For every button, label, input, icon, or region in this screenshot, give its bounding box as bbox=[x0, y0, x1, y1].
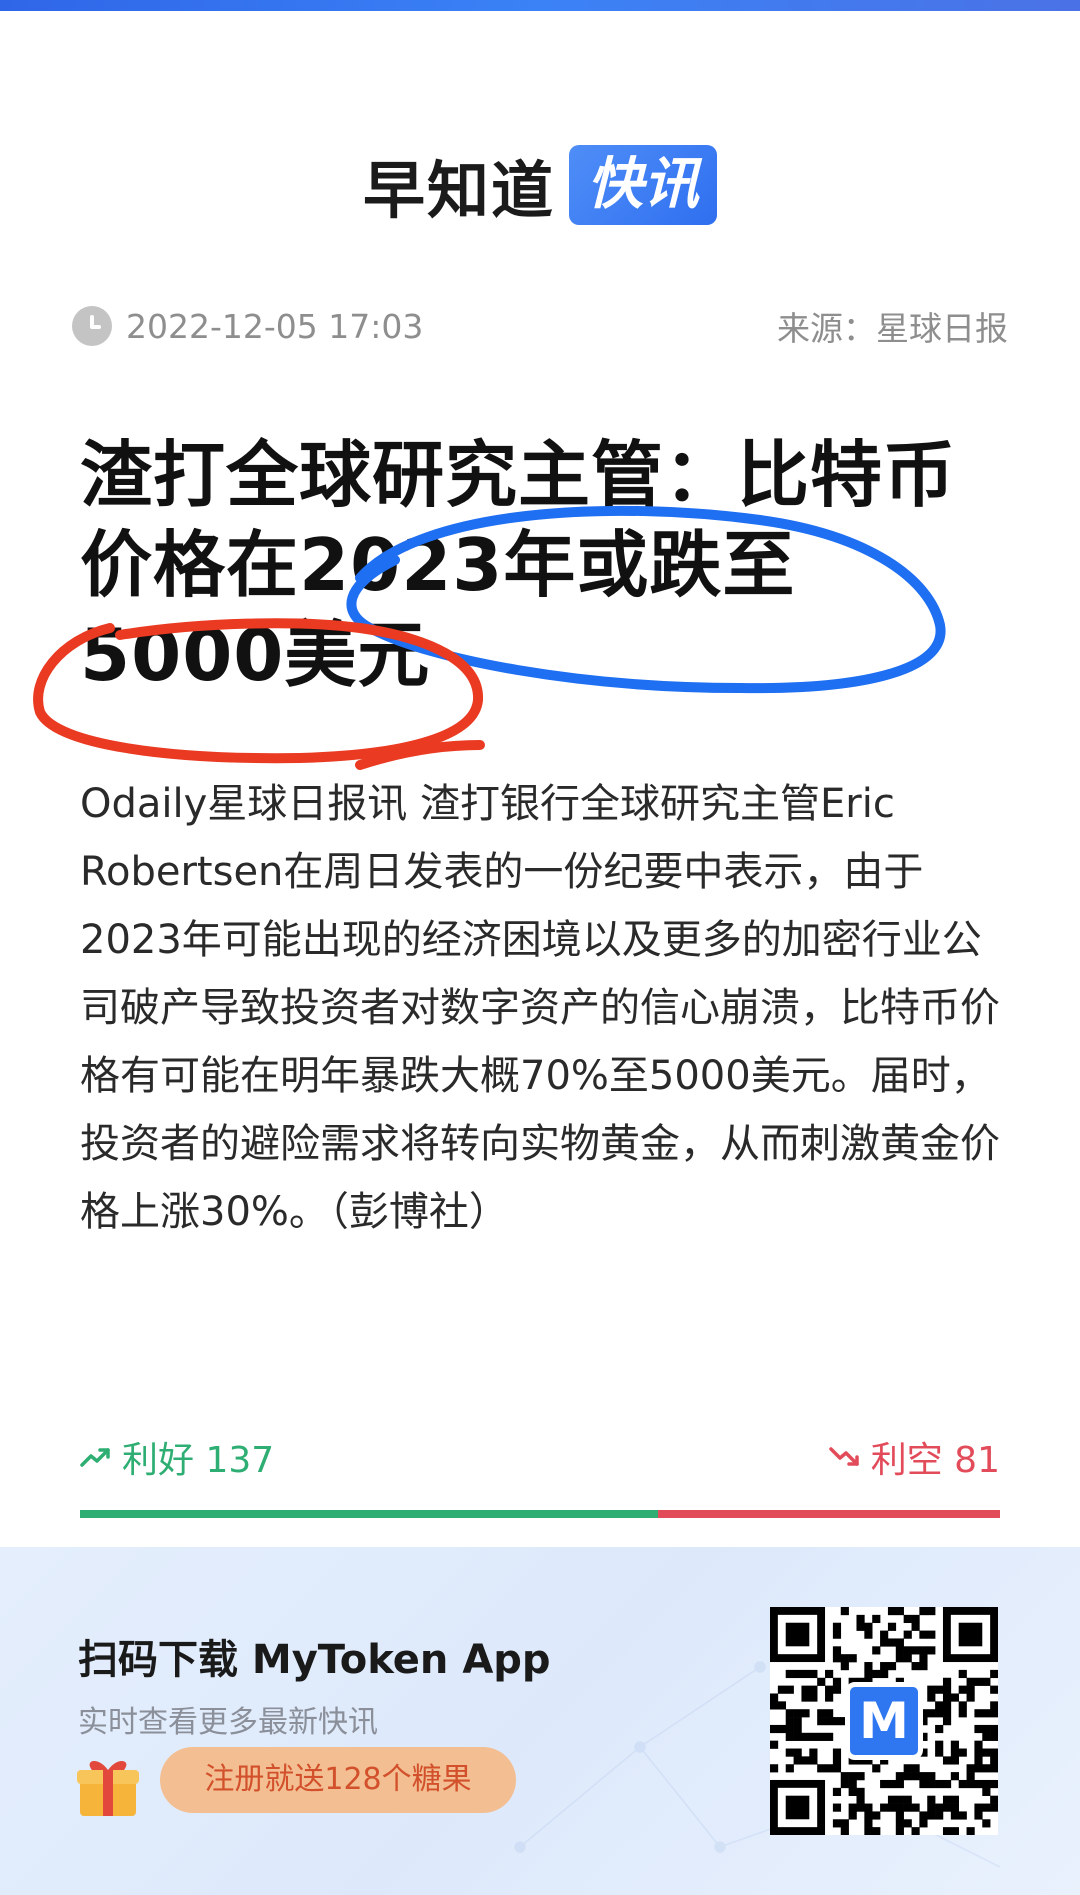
brand-name: 早知道 bbox=[362, 154, 555, 227]
register-reward-button[interactable]: 注册就送128个糖果 bbox=[160, 1747, 516, 1813]
trend-down-icon bbox=[828, 1447, 859, 1466]
brand-header: 早知道 快讯 bbox=[0, 140, 1080, 230]
mytoken-logo-icon: M bbox=[845, 1682, 923, 1760]
gift-icon bbox=[77, 1760, 139, 1816]
bullish-vote[interactable]: 利好 137 bbox=[80, 1431, 274, 1483]
article-body: Odaily星球日报讯 渣打银行全球研究主管Eric Robertsen在周日发… bbox=[80, 781, 1000, 1235]
top-accent-bar bbox=[0, 0, 1080, 11]
article-headline: 渣打全球研究主管：比特币价格在2023年或跌至5000美元 bbox=[80, 433, 957, 697]
bearish-vote[interactable]: 利空 81 bbox=[828, 1431, 1000, 1483]
bullish-label: 利好 137 bbox=[122, 1440, 275, 1481]
brand-badge: 快讯 bbox=[569, 145, 717, 225]
bullish-ratio-fill bbox=[80, 1510, 659, 1518]
bearish-ratio-fill bbox=[658, 1510, 1000, 1518]
download-promo-banner: 扫码下载 MyToken App 实时查看更多最新快讯 注册就送128个糖果 M bbox=[0, 1547, 1080, 1895]
clock-icon bbox=[72, 306, 112, 346]
article-meta: 2022-12-05 17:03 来源：星球日报 bbox=[72, 300, 1008, 352]
promo-subtitle: 实时查看更多最新快讯 bbox=[78, 1705, 378, 1740]
sentiment-votes: 利好 137 利空 81 bbox=[80, 1432, 1000, 1482]
bearish-label: 利空 81 bbox=[870, 1440, 1000, 1481]
timestamp: 2022-12-05 17:03 bbox=[126, 306, 424, 346]
download-qr-code[interactable]: M bbox=[770, 1607, 999, 1836]
news-card-page: 早知道 快讯 2022-12-05 17:03 来源：星球日报 渣打全球研究主管… bbox=[0, 0, 1080, 1895]
source-label: 来源：星球日报 bbox=[777, 309, 1008, 348]
red-arrow-tail bbox=[355, 740, 485, 770]
promo-title: 扫码下载 MyToken App bbox=[78, 1637, 551, 1683]
sentiment-ratio-bar bbox=[80, 1510, 1000, 1518]
trend-up-icon bbox=[80, 1448, 110, 1467]
